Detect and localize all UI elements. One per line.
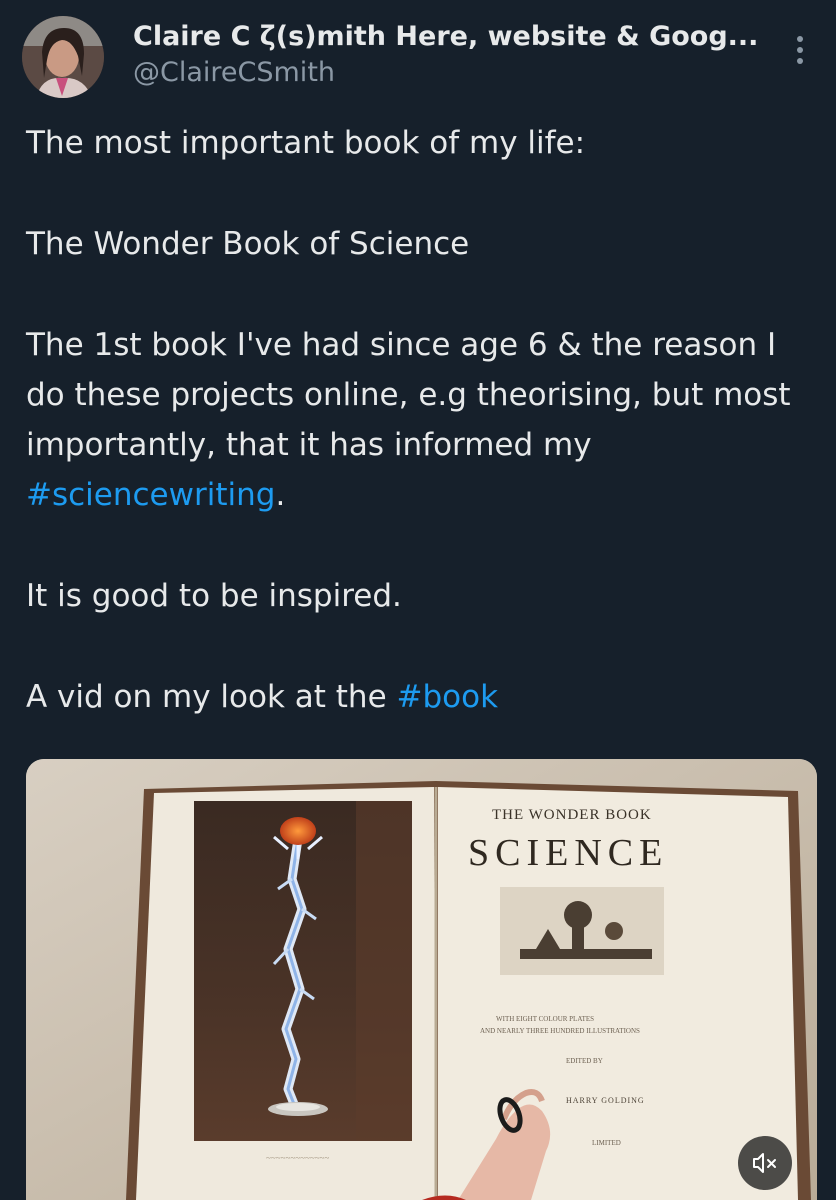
more-vertical-icon (797, 36, 803, 64)
tweet-paragraph: The Wonder Book of Science (26, 226, 470, 262)
tweet-text-segment: A vid on my look at the (26, 679, 397, 715)
volume-muted-icon (753, 1153, 776, 1173)
tweet-text-segment: The 1st book I've had since age 6 & the … (26, 327, 791, 463)
video-player[interactable]: ~~~~~~~~~~~~~ THE WONDER BOOK SCIENCE WI… (26, 759, 817, 1200)
book-title-main: SCIENCE (468, 832, 668, 874)
book-title-top: THE WONDER BOOK (492, 807, 652, 823)
avatar[interactable] (22, 16, 104, 98)
author-display-name[interactable]: Claire C ζ(s)mith Here, website & Goog..… (133, 20, 763, 54)
hashtag-book-link[interactable]: #book (397, 679, 499, 715)
svg-text:~~~~~~~~~~~~~: ~~~~~~~~~~~~~ (266, 1153, 329, 1163)
svg-text:WITH EIGHT COLOUR PLATES: WITH EIGHT COLOUR PLATES (496, 1015, 594, 1023)
tweet-paragraph: The most important book of my life: (26, 125, 586, 161)
svg-text:LIMITED: LIMITED (592, 1139, 621, 1147)
svg-text:EDITED BY: EDITED BY (566, 1057, 603, 1065)
book-author: HARRY GOLDING (566, 1096, 645, 1105)
hashtag-sciencewriting-link[interactable]: #sciencewriting (26, 477, 275, 513)
mute-button[interactable] (738, 1136, 792, 1190)
svg-text:AND NEARLY THREE HUNDRED ILLUS: AND NEARLY THREE HUNDRED ILLUSTRATIONS (480, 1027, 640, 1035)
more-options-button[interactable] (782, 30, 818, 70)
tweet-header: Claire C ζ(s)mith Here, website & Goog..… (0, 0, 836, 110)
tweet-paragraph: The 1st book I've had since age 6 & the … (26, 320, 816, 520)
tweet-paragraph: It is good to be inspired. (26, 578, 402, 614)
author-handle[interactable]: @ClaireCSmith (133, 56, 773, 90)
tweet-paragraph: A vid on my look at the #book (26, 672, 816, 722)
tweet-text: The most important book of my life: The … (26, 118, 816, 773)
tweet-text-segment: . (275, 477, 286, 513)
